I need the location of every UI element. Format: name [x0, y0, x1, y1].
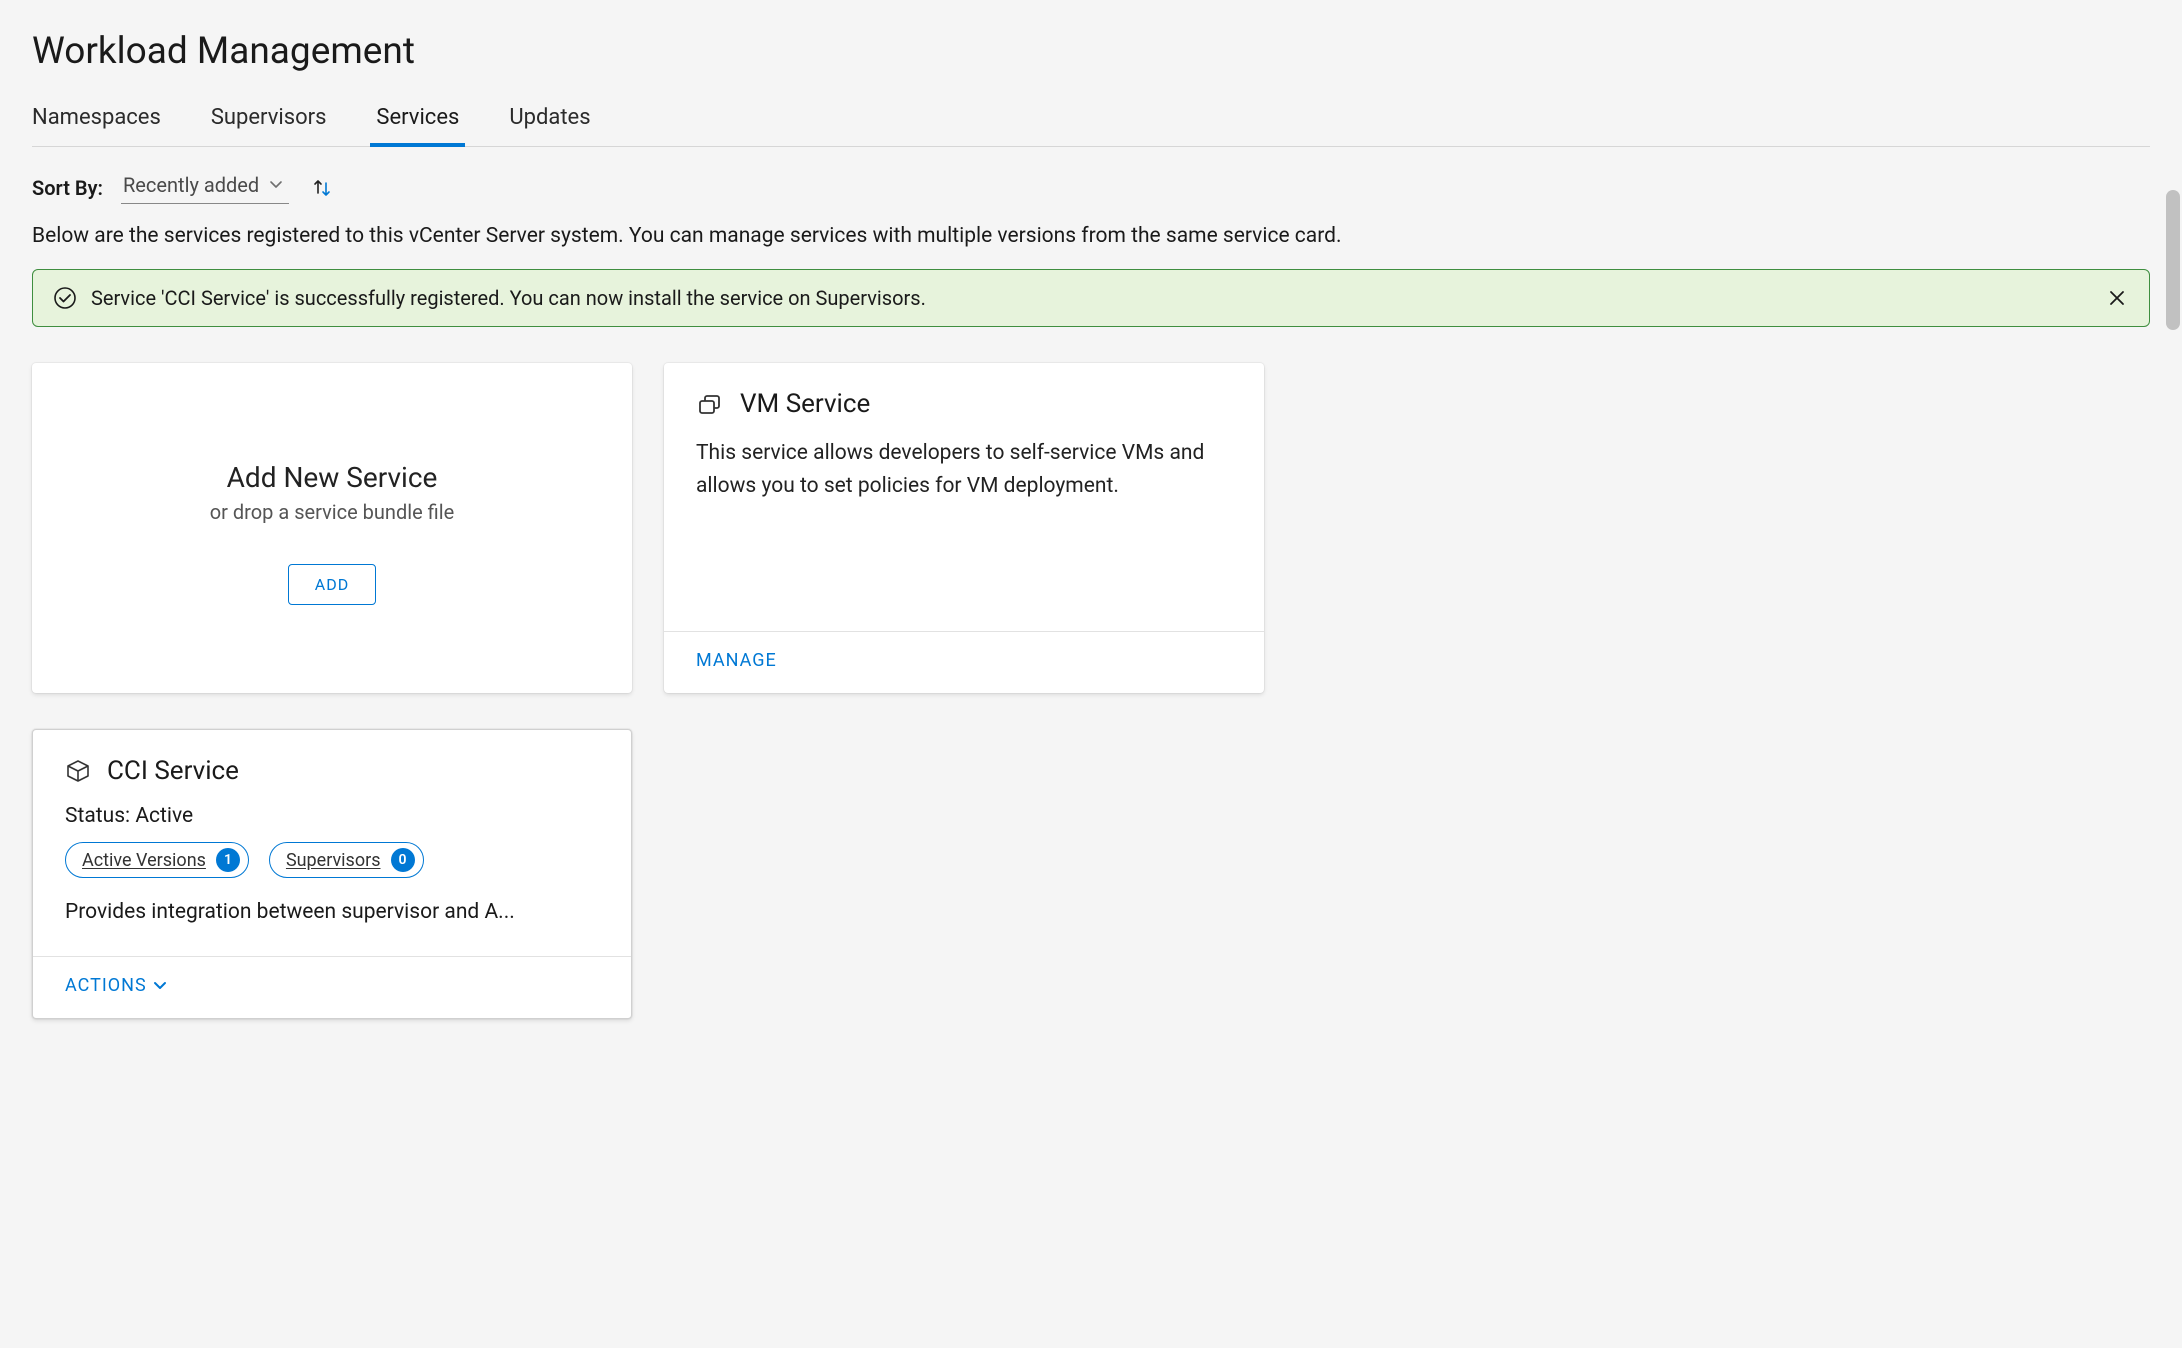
actions-label: ACTIONS	[65, 975, 147, 996]
scrollbar[interactable]	[2166, 190, 2180, 1328]
tab-updates[interactable]: Updates	[509, 105, 590, 146]
cci-service-card: CCI Service Status: Active Active Versio…	[32, 729, 632, 1019]
supervisors-count: 0	[391, 848, 415, 872]
tabs: Namespaces Supervisors Services Updates	[32, 105, 2150, 147]
active-versions-label: Active Versions	[82, 850, 206, 871]
cube-icon	[65, 758, 91, 784]
active-versions-count: 1	[216, 848, 240, 872]
sort-select[interactable]: Recently added	[121, 171, 289, 204]
scrollbar-thumb[interactable]	[2166, 190, 2180, 330]
sort-arrows-icon	[311, 177, 333, 199]
alert-close-button[interactable]	[2105, 286, 2129, 310]
supervisors-pill[interactable]: Supervisors 0	[269, 842, 424, 878]
cci-service-description: Provides integration between supervisor …	[65, 900, 599, 924]
services-description: Below are the services registered to thi…	[32, 222, 2150, 251]
actions-button[interactable]: ACTIONS	[65, 975, 167, 996]
sort-by-label: Sort By:	[32, 176, 103, 200]
check-circle-icon	[53, 286, 77, 310]
sort-direction-button[interactable]	[307, 173, 337, 203]
cci-service-title: CCI Service	[107, 756, 239, 786]
vm-service-icon	[696, 390, 724, 418]
alert-message: Service 'CCI Service' is successfully re…	[91, 286, 2091, 310]
tab-supervisors[interactable]: Supervisors	[211, 105, 327, 146]
supervisors-label: Supervisors	[286, 850, 381, 871]
sort-selected-value: Recently added	[123, 173, 259, 197]
close-icon	[2107, 288, 2127, 308]
page-title: Workload Management	[32, 30, 2150, 73]
sort-row: Sort By: Recently added	[32, 171, 2150, 204]
chevron-down-icon	[269, 178, 283, 192]
tab-namespaces[interactable]: Namespaces	[32, 105, 161, 146]
add-button[interactable]: ADD	[288, 564, 376, 605]
vm-service-title: VM Service	[740, 389, 870, 419]
success-alert: Service 'CCI Service' is successfully re…	[32, 269, 2150, 327]
vm-service-description: This service allows developers to self-s…	[696, 437, 1232, 609]
add-service-subtitle: or drop a service bundle file	[210, 500, 454, 524]
cci-status: Status: Active	[65, 804, 599, 828]
add-service-title: Add New Service	[227, 461, 438, 494]
tab-services[interactable]: Services	[376, 105, 459, 146]
active-versions-pill[interactable]: Active Versions 1	[65, 842, 249, 878]
vm-service-card: VM Service This service allows developer…	[664, 363, 1264, 693]
manage-button[interactable]: MANAGE	[696, 650, 777, 671]
add-service-card: Add New Service or drop a service bundle…	[32, 363, 632, 693]
chevron-down-icon	[153, 979, 167, 993]
